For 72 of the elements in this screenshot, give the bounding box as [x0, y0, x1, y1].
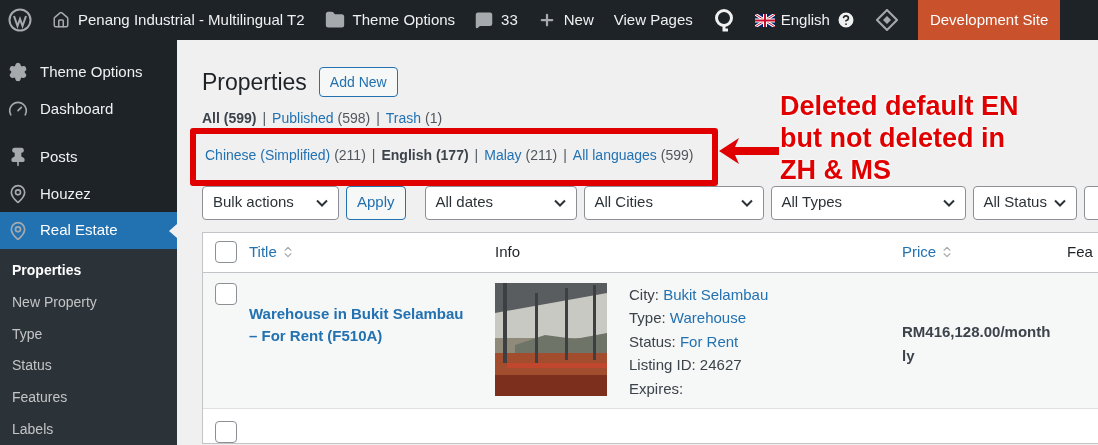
filter-dropdown[interactable]: Bulk actions [202, 185, 339, 220]
annotation-text: Deleted default EN but not deleted in ZH & MS [780, 90, 1019, 186]
info-line: Listing ID: 24627 [629, 355, 743, 375]
row-checkbox[interactable] [215, 420, 237, 443]
info-line: Status: For Rent [629, 331, 740, 352]
column-header: Fea [1067, 241, 1093, 262]
separator: | [473, 145, 480, 165]
filter-link[interactable]: Malay (211) [484, 144, 558, 166]
pin-icon [8, 147, 28, 168]
current-pointer-icon [169, 224, 177, 239]
submenu-item[interactable]: Features [0, 381, 177, 414]
gear-icon [8, 62, 28, 83]
comment-icon [475, 11, 494, 29]
submenu-item[interactable]: Labels [0, 413, 177, 445]
home-icon [52, 11, 70, 29]
filter-link[interactable]: Chinese (Simplified) (211) [205, 144, 366, 166]
info-line: Type: Warehouse [629, 308, 747, 328]
wordpress-logo-icon[interactable] [8, 8, 32, 32]
info-line: Expires: [629, 378, 685, 399]
help-icon [835, 10, 856, 30]
separator: | [375, 108, 381, 128]
filter-dropdown[interactable]: All Cities [583, 185, 764, 220]
theme-options-link[interactable]: Theme Options [324, 8, 456, 32]
column-header: Info [495, 241, 521, 262]
chevron-down-icon [942, 198, 955, 207]
location-icon [8, 220, 28, 241]
filter-link[interactable]: English (177) [381, 144, 469, 166]
filter-link[interactable]: Trash (1) [385, 107, 443, 129]
row-checkbox[interactable] [215, 282, 237, 305]
plugin-logo-icon[interactable] [712, 8, 735, 32]
submenu-item[interactable]: New Property [0, 286, 177, 319]
filter-link[interactable]: Published (598) [272, 107, 371, 129]
language-switcher[interactable]: English [754, 8, 856, 32]
select-all-checkbox[interactable] [215, 241, 237, 263]
chevron-down-icon [316, 198, 328, 207]
new-link[interactable]: New [537, 8, 594, 32]
add-new-button[interactable]: Add New [318, 67, 398, 98]
filter-dropdown[interactable]: All dates [424, 185, 577, 220]
price-text: RM416,128.00/month ly [902, 321, 1052, 366]
submenu-item[interactable]: Type [0, 318, 177, 350]
sidebar-item[interactable]: Houzez [0, 175, 177, 213]
apply-button[interactable]: Apply [346, 185, 406, 220]
annotation-arrow [719, 136, 779, 166]
environment-badge: Development Site [917, 0, 1061, 40]
submenu-item[interactable]: Status [0, 349, 177, 382]
sidebar-item[interactable]: Dashboard [0, 90, 177, 128]
sidebar-item[interactable]: Posts [0, 139, 177, 176]
flag-icon [754, 13, 775, 27]
sidebar-item[interactable]: Real Estate [0, 212, 177, 249]
column-header[interactable]: Title [249, 240, 277, 264]
chevron-down-icon [740, 198, 753, 207]
view-pages-link[interactable]: View Pages [613, 8, 693, 32]
chevron-down-icon [553, 198, 566, 207]
info-line: City: Bukit Selambau [629, 284, 769, 305]
page-title: Properties [202, 68, 307, 97]
diamond-logo-icon[interactable] [875, 9, 898, 31]
separator: | [261, 108, 268, 128]
location-icon [8, 184, 28, 204]
property-title-link[interactable]: Warehouse in Bukit Selambau – For Rent (F510A) [249, 302, 475, 347]
filter-link[interactable]: All languages (599) [572, 144, 694, 166]
chevron-down-icon [1053, 198, 1066, 207]
filter-dropdown[interactable]: All Types [770, 185, 966, 220]
separator: | [370, 145, 377, 165]
folder-icon [324, 10, 345, 30]
filter-link[interactable]: All (599) [202, 107, 257, 129]
comments-link[interactable]: 33 [475, 8, 518, 32]
site-name-link[interactable]: Penang Industrial - Multilingual T2 [52, 8, 305, 32]
sidebar-item[interactable]: Theme Options [0, 54, 177, 91]
column-header[interactable]: Price [902, 240, 937, 264]
submenu-item[interactable]: Properties [0, 254, 177, 287]
separator: | [562, 145, 568, 165]
filter-dropdown[interactable]: All Status [972, 185, 1077, 220]
